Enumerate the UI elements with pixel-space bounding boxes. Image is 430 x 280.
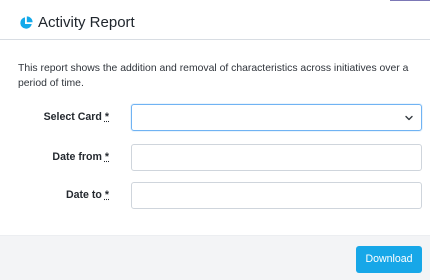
date-from-label-text: Date from xyxy=(52,151,102,163)
select-card-label: Select Card * xyxy=(44,111,109,123)
select-card-label-text: Select Card xyxy=(43,111,102,123)
chevron-down-icon xyxy=(405,115,413,121)
page-title: Activity Report xyxy=(38,14,135,31)
activity-report-panel: Activity Report This report shows the ad… xyxy=(0,0,430,280)
date-from-row: Date from * xyxy=(0,144,430,171)
dialog-header: Activity Report xyxy=(0,0,430,40)
date-to-label: Date to * xyxy=(66,189,109,201)
report-description: This report shows the addition and remov… xyxy=(18,63,409,90)
date-to-row: Date to * xyxy=(0,182,430,209)
required-asterisk: * xyxy=(104,111,109,123)
date-from-label: Date from * xyxy=(52,151,109,163)
date-from-field[interactable] xyxy=(131,144,422,171)
required-asterisk: * xyxy=(104,151,109,163)
select-card-dropdown[interactable] xyxy=(131,104,422,131)
download-button[interactable]: Download xyxy=(356,246,422,273)
required-asterisk: * xyxy=(104,189,109,201)
pie-chart-icon xyxy=(20,16,33,29)
dialog-footer: Download xyxy=(0,235,430,280)
date-to-label-text: Date to xyxy=(65,189,102,201)
date-to-field[interactable] xyxy=(131,182,422,209)
select-card-row: Select Card * xyxy=(0,104,430,131)
